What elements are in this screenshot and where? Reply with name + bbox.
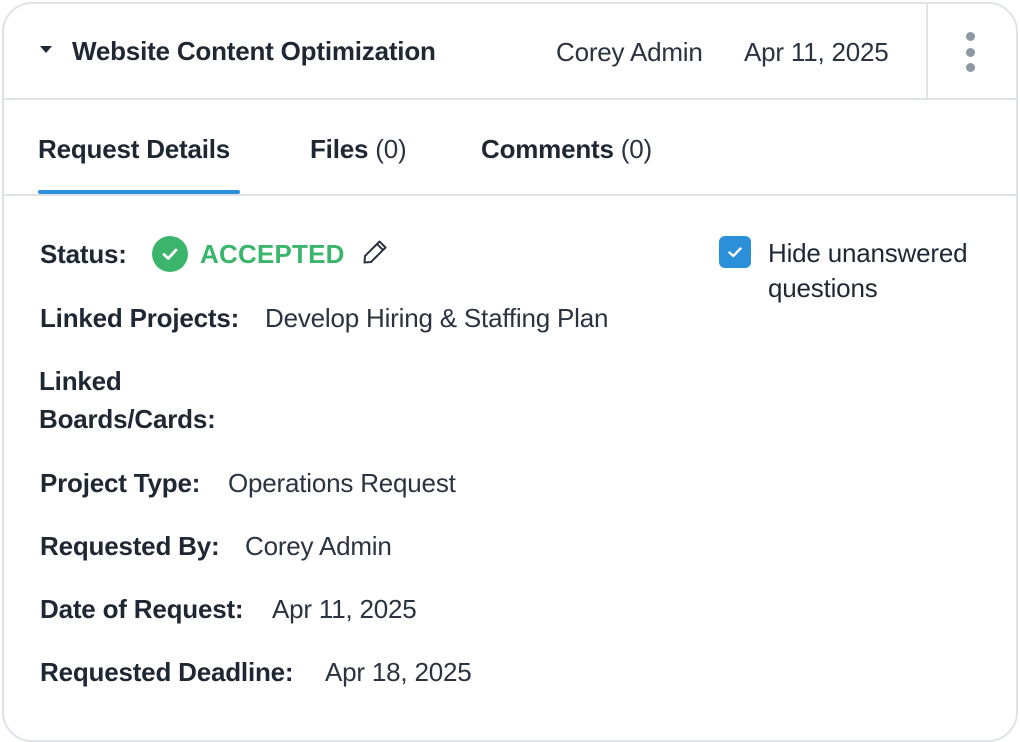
kebab-dot <box>965 63 975 72</box>
tab-count: (0) <box>375 134 407 164</box>
date-of-request-value: Apr 11, 2025 <box>272 594 417 624</box>
date-of-request-label: Date of Request: <box>40 594 244 624</box>
requested-by-value: Corey Admin <box>245 531 392 561</box>
project-type-label: Project Type: <box>40 468 201 498</box>
tab-label: Request Details <box>38 134 231 164</box>
tab-files[interactable]: Files (0) <box>310 134 407 165</box>
linked-projects-label: Linked Projects: <box>40 303 240 333</box>
requested-deadline-value: Apr 18, 2025 <box>325 657 472 687</box>
kebab-dot <box>965 32 975 41</box>
tab-bar: Request Details Files (0) Comments (0) <box>4 100 1016 196</box>
linked-boards-label-line2: Boards/Cards: <box>39 404 216 434</box>
checkmark-icon <box>728 247 742 258</box>
tab-comments[interactable]: Comments (0) <box>481 134 652 165</box>
tab-request-details[interactable]: Request Details <box>38 134 230 165</box>
hide-unanswered-checkbox[interactable] <box>719 236 751 268</box>
kebab-dot <box>965 47 975 57</box>
tab-count: (0) <box>620 134 652 164</box>
linked-projects-value[interactable]: Develop Hiring & Staffing Plan <box>265 303 608 334</box>
header-user: Corey Admin <box>556 37 703 67</box>
card-header: Website Content Optimization Corey Admin… <box>4 4 1016 100</box>
status-label: Status: <box>40 239 127 269</box>
requested-by-label: Requested By: <box>40 531 220 561</box>
status-badge: ACCEPTED <box>200 239 345 269</box>
hide-unanswered-label[interactable]: Hide unanswered questions <box>768 236 1008 306</box>
requested-deadline-label: Requested Deadline: <box>40 657 294 687</box>
check-circle-icon <box>152 236 188 272</box>
caret-down-icon[interactable] <box>40 46 52 53</box>
request-card: Website Content Optimization Corey Admin… <box>2 2 1018 742</box>
request-title[interactable]: Website Content Optimization <box>72 36 436 67</box>
tab-label: Comments <box>481 134 614 164</box>
linked-boards-label-line1: Linked <box>39 366 122 396</box>
pencil-icon[interactable] <box>360 237 390 267</box>
tab-label: Files <box>310 134 369 164</box>
project-type-value: Operations Request <box>228 468 456 498</box>
kebab-menu-icon[interactable] <box>958 28 982 76</box>
active-tab-indicator <box>38 190 240 194</box>
header-date: Apr 11, 2025 <box>744 37 889 67</box>
header-divider <box>926 4 928 100</box>
